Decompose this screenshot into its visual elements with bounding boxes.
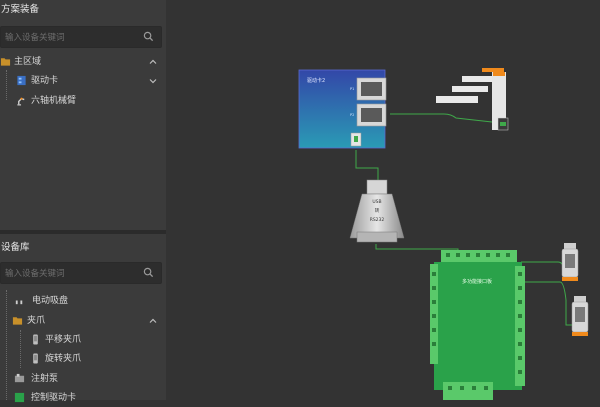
drive-card-icon (17, 75, 26, 86)
tree-item-six-axis-arm[interactable]: 六轴机械臂 (0, 92, 166, 110)
search-icon[interactable] (143, 267, 154, 278)
tree-item-label: 主区域 (14, 57, 42, 67)
tree-item-electric-suction[interactable]: 电动吸盘 (0, 292, 166, 310)
usb-label-line2: 转 (375, 207, 380, 214)
translation-gripper-node[interactable] (561, 243, 579, 281)
search-placeholder: 输入设备关键词 (5, 33, 65, 43)
solution-panel: 方案装备 输入设备关键词 主区域 驱动卡 六轴机械臂 (0, 0, 166, 230)
workflow-canvas[interactable]: 驱动卡2 P1 P2 USB 转 RS232 多功能接口板 (166, 0, 600, 400)
tree-item-label: 平移夹爪 (45, 335, 82, 345)
folder-icon (12, 317, 23, 325)
canvas-svg: 驱动卡2 P1 P2 USB 转 RS232 多功能接口板 (298, 68, 589, 400)
six-axis-arm-node[interactable] (436, 68, 509, 131)
tree-item-drive-card[interactable]: 驱动卡 (0, 72, 166, 90)
solution-panel-title: 方案装备 (1, 4, 40, 15)
search-placeholder: 输入设备关键词 (5, 269, 65, 279)
tree-item-main-area[interactable]: 主区域 (0, 53, 166, 71)
gripper-icon (33, 353, 38, 364)
io-board-node[interactable]: 多功能接口板 (430, 250, 525, 400)
tree-item-label: 电动吸盘 (32, 296, 69, 306)
drive-card-node[interactable]: 驱动卡2 P1 P2 (298, 69, 387, 149)
robot-arm-icon (17, 97, 25, 106)
tree-item-syringe-pump[interactable]: 注射泵 (0, 370, 166, 388)
drive-card-port-1-label: P1 (350, 87, 354, 91)
tree-item-label: 夹爪 (27, 316, 46, 326)
tree-item-label: 驱动卡 (31, 76, 59, 86)
tree-item-label: 注射泵 (31, 374, 59, 384)
device-search-input[interactable]: 输入设备关键词 (0, 262, 162, 284)
tree-item-control-drive-card[interactable]: 控制驱动卡 (0, 389, 166, 407)
tree-item-label: 旋转夹爪 (45, 354, 82, 364)
tree-item-gripper[interactable]: 夹爪 (0, 312, 166, 330)
chevron-up-icon[interactable] (148, 316, 158, 326)
search-icon[interactable] (143, 31, 154, 42)
folder-icon (0, 58, 11, 66)
drive-card-label: 驱动卡2 (307, 77, 325, 84)
tree-item-translation-gripper[interactable]: 平移夹爪 (0, 331, 166, 349)
gripper-icon (33, 334, 38, 345)
solution-search-input[interactable]: 输入设备关键词 (0, 26, 162, 48)
usb-label-line3: RS232 (370, 217, 385, 223)
tree-item-label: 六轴机械臂 (31, 96, 77, 106)
tree-item-rotary-gripper[interactable]: 旋转夹爪 (0, 350, 166, 368)
rotary-gripper-node[interactable] (571, 296, 589, 336)
drive-card-port-2-label: P2 (350, 113, 354, 117)
usb-rs232-adapter-node[interactable]: USB 转 RS232 (349, 179, 405, 243)
drive-card-icon (14, 392, 25, 403)
device-library-panel: 设备库 输入设备关键词 电动吸盘 夹爪 平移夹爪 旋转夹爪 注射泵 控制驱动卡 (0, 234, 166, 403)
device-library-title: 设备库 (1, 242, 30, 253)
chevron-down-icon[interactable] (148, 76, 158, 86)
suction-cup-icon (15, 300, 23, 305)
io-board-label: 多功能接口板 (462, 278, 492, 285)
usb-label-line1: USB (372, 199, 381, 205)
chevron-up-icon[interactable] (148, 57, 158, 67)
tree-item-label: 控制驱动卡 (31, 393, 77, 403)
pump-icon (14, 373, 25, 383)
